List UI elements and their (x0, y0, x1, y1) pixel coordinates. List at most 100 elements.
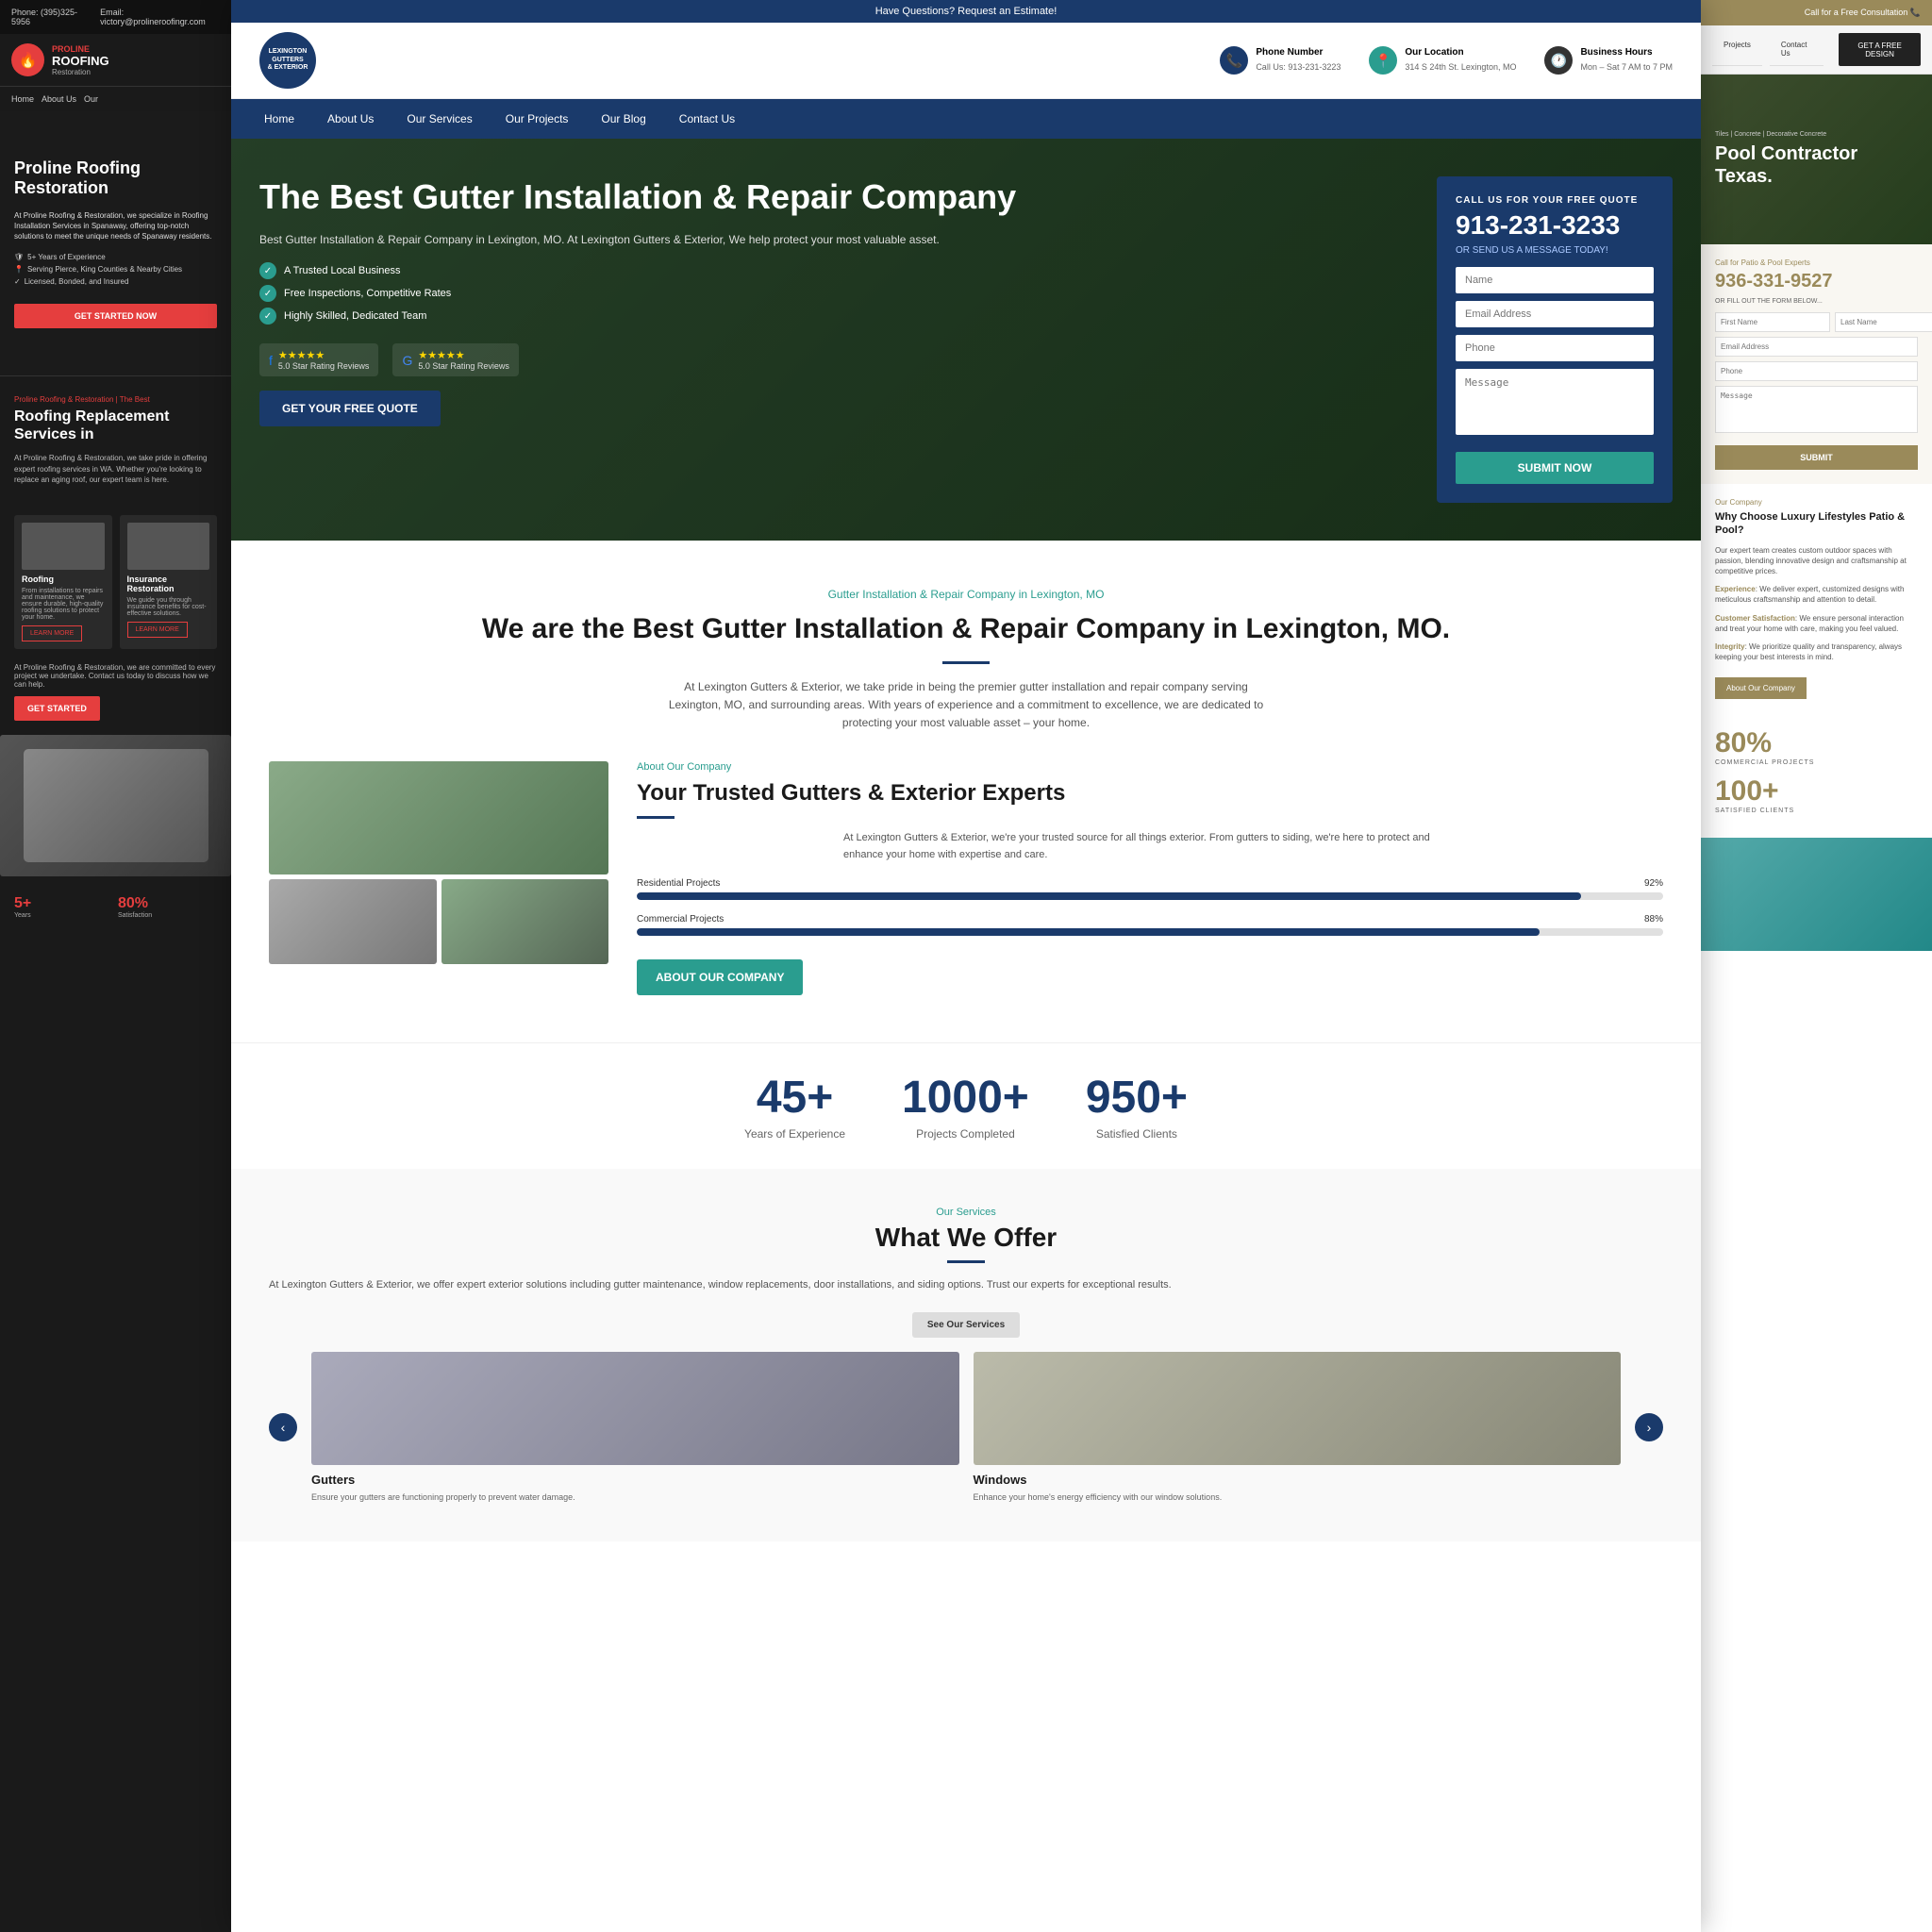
about-text-block: About Our Company Your Trusted Gutters &… (637, 761, 1663, 995)
windows-title: Windows (974, 1473, 1622, 1487)
service-card-roofing: Roofing From installations to repairs an… (14, 515, 112, 649)
right-nav-contact[interactable]: Contact Us (1770, 33, 1824, 66)
about-cta-button[interactable]: ABOUT OUR COMPANY (637, 959, 803, 995)
form-submit-button[interactable]: SUBMIT NOW (1456, 452, 1654, 484)
left-hero-title: Proline Roofing Restoration (14, 158, 217, 199)
left-hero: Proline Roofing Restoration At Proline R… (0, 111, 231, 375)
left-cta-button[interactable]: GET STARTED (14, 696, 100, 721)
residential-label: Residential Projects (637, 878, 720, 889)
right-about-button[interactable]: About Our Company (1715, 677, 1807, 699)
left-section-2: Proline Roofing & Restoration | The Best… (0, 375, 231, 504)
commercial-progress: Commercial Projects 88% (637, 914, 1663, 936)
hero-section: The Best Gutter Installation & Repair Co… (231, 139, 1701, 541)
left-hero-description: At Proline Roofing & Restoration, we spe… (14, 210, 217, 242)
about-images (269, 761, 608, 964)
location-label: Our Location (1405, 47, 1516, 58)
center-panel: Have Questions? Request an Estimate! LEX… (231, 0, 1701, 1932)
nav-projects[interactable]: Our Projects (501, 99, 574, 139)
right-company-title: Why Choose Luxury Lifestyles Patio & Poo… (1715, 510, 1918, 538)
nav-blog[interactable]: Our Blog (596, 99, 650, 139)
google-stars: ★★★★★ (418, 349, 509, 361)
left-email: Email: victory@prolineroofingr.com (100, 8, 220, 26)
hero-reviews: f ★★★★★ 5.0 Star Rating Reviews G ★★★★★ … (259, 343, 1418, 376)
right-hero-eyebrow: Tiles | Concrete | Decorative Concrete (1715, 131, 1918, 138)
services-eyebrow: Our Services (269, 1207, 1663, 1218)
carousel-prev-button[interactable]: ‹ (269, 1413, 297, 1441)
services-divider (947, 1260, 985, 1263)
service-roofing-link[interactable]: LEARN MORE (22, 625, 82, 641)
nav-about[interactable]: About Us (323, 99, 378, 139)
header-info: 📞 Phone Number Call Us: 913-231-3223 📍 O… (1220, 46, 1673, 75)
hero-content: The Best Gutter Installation & Repair Co… (259, 176, 1418, 503)
stat-experience: 45+ Years of Experience (744, 1072, 845, 1141)
right-form: Call for Patio & Pool Experts 936-331-95… (1701, 244, 1932, 484)
right-stat-commercial: 80% Commercial Projects (1715, 727, 1918, 766)
top-announcement: Have Questions? Request an Estimate! (231, 0, 1701, 23)
stat-projects-label: Projects Completed (902, 1127, 1029, 1141)
main-header: LEXINGTONGUTTERS& EXTERIOR 📞 Phone Numbe… (231, 23, 1701, 99)
service-insurance-desc: We guide you through insurance benefits … (127, 597, 210, 617)
google-review: G ★★★★★ 5.0 Star Rating Reviews (392, 343, 518, 376)
map-icon: 📍 (14, 265, 24, 274)
nav-services[interactable]: Our Services (402, 99, 476, 139)
left-hero-cta-button[interactable]: GET STARTED NOW (14, 304, 217, 328)
hero-feature-1-text: A Trusted Local Business (284, 265, 401, 276)
right-submit-button[interactable]: SUBMIT (1715, 445, 1918, 470)
residential-bar (637, 892, 1663, 900)
logo-tagline: Restoration (52, 68, 109, 76)
right-phone-input[interactable] (1715, 361, 1918, 381)
hero-cta-button[interactable]: GET YOUR FREE QUOTE (259, 391, 441, 426)
form-or-text: OR SEND US A MESSAGE TODAY! (1456, 245, 1654, 256)
right-nav-projects[interactable]: Projects (1712, 33, 1762, 66)
right-get-free-design[interactable]: GET A FREE DESIGN (1839, 33, 1921, 66)
form-email-input[interactable] (1456, 301, 1654, 327)
hero-feature-2-text: Free Inspections, Competitive Rates (284, 288, 451, 299)
about-eyebrow: Gutter Installation & Repair Company in … (269, 588, 1663, 601)
right-company-desc: Our expert team creates custom outdoor s… (1715, 545, 1918, 577)
left-nav-home[interactable]: Home (11, 94, 34, 104)
service-insurance-link[interactable]: LEARN MORE (127, 622, 188, 638)
service-card-roofing-img (22, 523, 105, 570)
nav-home[interactable]: Home (259, 99, 299, 139)
right-feature-satisfaction: Customer Satisfaction: We ensure persona… (1715, 613, 1918, 634)
logo-circle: LEXINGTONGUTTERS& EXTERIOR (259, 32, 316, 89)
services-carousel: ‹ Gutters Ensure your gutters are functi… (269, 1352, 1663, 1504)
right-feature-integrity: Integrity: We prioritize quality and tra… (1715, 641, 1918, 662)
nav-contact[interactable]: Contact Us (675, 99, 740, 139)
right-feature-experience: Experience: We deliver expert, customize… (1715, 584, 1918, 605)
left-panel: Phone: (395)325-5956 Email: victory@prol… (0, 0, 231, 1932)
right-email-input[interactable] (1715, 337, 1918, 357)
right-lastname-input[interactable] (1835, 312, 1932, 332)
right-message-input[interactable] (1715, 386, 1918, 433)
left-nav-more[interactable]: Our (84, 94, 98, 104)
form-name-input[interactable] (1456, 267, 1654, 293)
residential-value: 92% (1644, 878, 1663, 889)
company-title: Your Trusted Gutters & Exterior Experts (637, 780, 1663, 808)
integrity-label: Integrity (1715, 642, 1745, 651)
see-services-button[interactable]: See Our Services (912, 1312, 1020, 1338)
form-sub: OR FILL OUT THE FORM BELOW... (1715, 298, 1918, 305)
about-content: About Our Company Your Trusted Gutters &… (269, 761, 1663, 995)
right-stat-clients: 100+ Satisfied Clients (1715, 775, 1918, 814)
services-description: At Lexington Gutters & Exterior, we offe… (269, 1277, 1663, 1294)
experience-label: Experience (1715, 585, 1756, 593)
left-nav-about[interactable]: About Us (42, 94, 76, 104)
right-hero-title: Pool Contractor Texas. (1715, 142, 1918, 188)
right-hero: Tiles | Concrete | Decorative Concrete P… (1701, 75, 1932, 244)
form-message-input[interactable] (1456, 369, 1654, 435)
residential-progress: Residential Projects 92% (637, 878, 1663, 900)
right-firstname-input[interactable] (1715, 312, 1830, 332)
service-insurance-title: Insurance Restoration (127, 575, 210, 593)
about-description: At Lexington Gutters & Exterior, we take… (659, 678, 1273, 733)
form-phone-input[interactable] (1456, 335, 1654, 361)
carousel-next-button[interactable]: › (1635, 1413, 1663, 1441)
left-cta-text: At Proline Roofing & Restoration, we are… (14, 663, 217, 689)
right-stats: 80% Commercial Projects 100+ Satisfied C… (1701, 713, 1932, 838)
location-value: 314 S 24th St. Lexington, MO (1405, 62, 1516, 72)
phone-icon: 📞 (1220, 46, 1248, 75)
announcement-text: Have Questions? Request an Estimate! (875, 6, 1058, 17)
facebook-review: f ★★★★★ 5.0 Star Rating Reviews (259, 343, 378, 376)
left-hero-features: 🛡 5+ Years of Experience 📍 Serving Pierc… (14, 253, 217, 290)
gutters-desc: Ensure your gutters are functioning prop… (311, 1491, 959, 1504)
left-logo: 🔥 PROLINE ROOFING Restoration (0, 34, 231, 87)
